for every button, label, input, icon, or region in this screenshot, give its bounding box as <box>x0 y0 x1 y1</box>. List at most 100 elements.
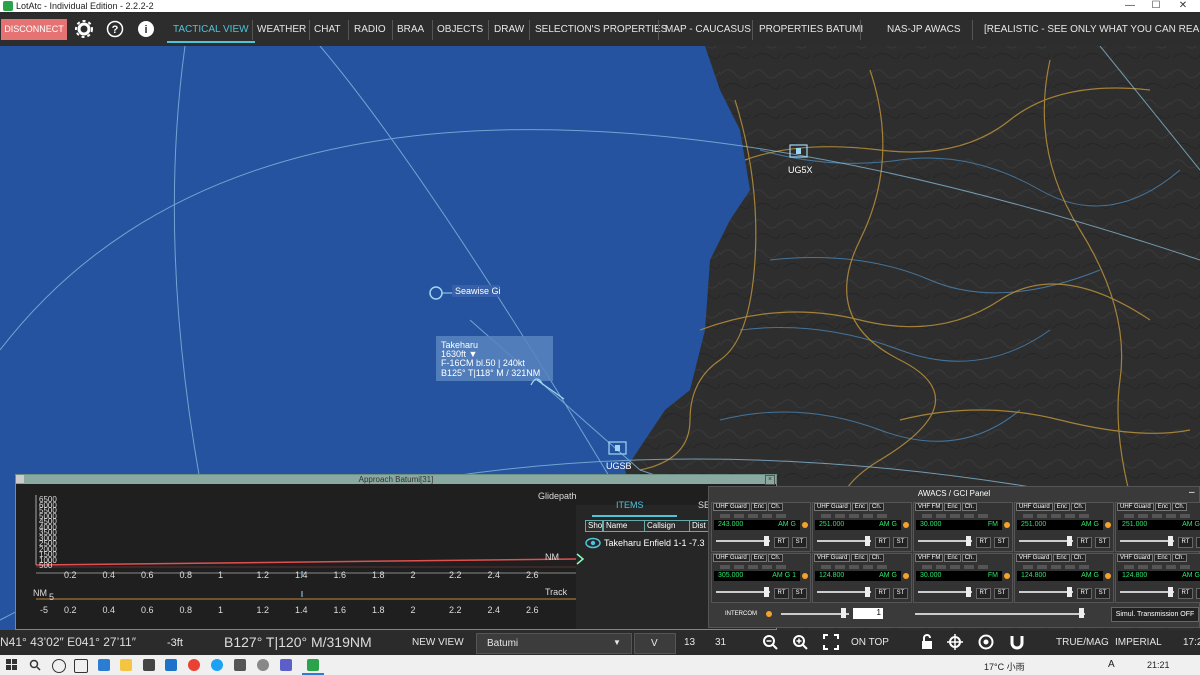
radio-volume-slider[interactable] <box>918 540 972 542</box>
radio-type[interactable]: VHF Guard <box>814 554 851 562</box>
eye-icon[interactable] <box>585 537 601 549</box>
tab-tactical-view[interactable]: TACTICAL VIEW <box>167 24 255 43</box>
zoom-out-icon[interactable] <box>762 634 778 650</box>
col-show[interactable]: Sho <box>585 520 603 532</box>
radio-type[interactable]: UHF Guard <box>713 554 750 562</box>
radio-rt-button[interactable]: RT <box>1077 588 1092 599</box>
lotatc-taskbar-icon[interactable] <box>307 659 319 671</box>
radio-volume-knob[interactable] <box>865 587 870 597</box>
radio-enc[interactable]: Enc <box>750 503 768 511</box>
multitask-icon[interactable] <box>74 659 88 673</box>
radio-type[interactable]: UHF Guard <box>1016 503 1053 511</box>
store-icon[interactable] <box>143 659 155 671</box>
radio-type[interactable]: UHF Guard <box>1117 503 1154 511</box>
radio-enc[interactable]: Enc <box>851 503 869 511</box>
radio-ch[interactable]: Ch. <box>961 503 978 511</box>
tab-braa[interactable]: BRAA <box>397 24 424 35</box>
new-view-button[interactable]: NEW VIEW <box>412 637 464 648</box>
chrome-icon[interactable] <box>188 659 200 671</box>
tab-awacs[interactable]: NAS-JP AWACS <box>887 24 961 35</box>
radio-frequency-display[interactable]: 124.800 AM G <box>1017 571 1103 581</box>
radio-type[interactable]: VHF Guard <box>1117 554 1154 562</box>
app-icon-4[interactable] <box>280 659 292 671</box>
radio-rt-button[interactable]: RT <box>875 537 890 548</box>
radio-frequency-display[interactable]: 243.000 AM G <box>714 520 800 530</box>
radio-volume-knob[interactable] <box>865 536 870 546</box>
radio-ch[interactable]: Ch. <box>768 554 784 562</box>
edge-icon[interactable] <box>98 659 110 671</box>
radio-enc[interactable]: Enc <box>944 554 961 562</box>
crosshair-icon[interactable] <box>947 634 963 650</box>
radio-volume-slider[interactable] <box>1120 591 1174 593</box>
radio-rt-button[interactable]: RT <box>774 588 789 599</box>
simul-slider-knob[interactable] <box>1079 608 1084 618</box>
intercom-channel-input[interactable]: 1 <box>853 608 883 619</box>
radio-type[interactable]: UHF Guard <box>713 503 750 511</box>
radio-enc[interactable]: Enc <box>944 503 961 511</box>
tab-draw[interactable]: DRAW <box>494 24 524 35</box>
v-button[interactable]: V <box>634 633 676 654</box>
close-panel-icon[interactable]: × <box>765 475 775 485</box>
windows-start-icon[interactable] <box>6 659 18 671</box>
col-name[interactable]: Name <box>603 520 645 532</box>
explorer-icon[interactable] <box>120 659 132 671</box>
radio-ch[interactable]: Ch. <box>1070 554 1087 562</box>
tab-items[interactable]: ITEMS <box>616 500 644 510</box>
radio-rt-button[interactable]: RT <box>875 588 890 599</box>
radio-volume-knob[interactable] <box>966 536 971 546</box>
radio-frequency-display[interactable]: 124.800 AM G <box>815 571 901 581</box>
radio-volume-knob[interactable] <box>1168 536 1173 546</box>
minimize-button[interactable]: — <box>1117 0 1143 12</box>
radio-rt-button[interactable]: RT <box>1077 537 1092 548</box>
simul-slider[interactable] <box>915 613 1085 615</box>
tab-chat[interactable]: CHAT <box>314 24 340 35</box>
tab-map-caucasus[interactable]: MAP - CAUCASUS <box>665 24 751 35</box>
radio-frequency-display[interactable]: 124.800 AM G <box>1118 571 1200 581</box>
zoom-in-icon[interactable] <box>792 634 808 650</box>
radio-st-button[interactable]: ST <box>1196 537 1200 548</box>
task-view-icon[interactable] <box>52 659 66 673</box>
tab-weather[interactable]: WEATHER <box>257 24 306 35</box>
mail-icon[interactable] <box>165 659 177 671</box>
radio-rt-button[interactable]: RT <box>976 588 991 599</box>
radio-enc[interactable]: Enc <box>1053 503 1071 511</box>
radio-frequency-display[interactable]: 251.000 AM G <box>1118 520 1200 530</box>
radio-st-button[interactable]: ST <box>893 537 908 548</box>
radio-enc[interactable]: Enc <box>851 554 868 562</box>
radio-ch[interactable]: Ch. <box>768 503 784 511</box>
radio-frequency-display[interactable]: 30.000 FM <box>916 571 1002 581</box>
radio-type[interactable]: VHF FM <box>915 503 944 511</box>
radio-enc[interactable]: Enc <box>1154 554 1171 562</box>
tab-properties-batumi[interactable]: PROPERTIES BATUMI <box>759 24 863 35</box>
radio-type[interactable]: UHF Guard <box>814 503 851 511</box>
radio-volume-slider[interactable] <box>918 591 972 593</box>
radio-rt-button[interactable]: RT <box>976 537 991 548</box>
search-icon[interactable] <box>29 659 41 671</box>
radio-st-button[interactable]: ST <box>893 588 908 599</box>
radio-st-button[interactable]: ST <box>1095 588 1110 599</box>
radio-frequency-display[interactable]: 30.000 FM <box>916 520 1002 530</box>
radio-volume-knob[interactable] <box>1168 587 1173 597</box>
radio-volume-knob[interactable] <box>764 587 769 597</box>
radio-volume-slider[interactable] <box>817 540 871 542</box>
radio-volume-slider[interactable] <box>1120 540 1174 542</box>
radio-st-button[interactable]: ST <box>994 588 1009 599</box>
ime-indicator[interactable]: A <box>1108 659 1115 670</box>
info-icon[interactable]: i <box>137 20 155 38</box>
intercom-slider[interactable] <box>781 613 849 615</box>
radio-volume-knob[interactable] <box>764 536 769 546</box>
imperial-toggle[interactable]: IMPERIAL <box>1115 637 1162 648</box>
radio-st-button[interactable]: ST <box>1095 537 1110 548</box>
radio-frequency-display[interactable]: 305.000 AM G 1 <box>714 571 800 581</box>
radio-ch[interactable]: Ch. <box>1172 503 1188 511</box>
radio-rt-button[interactable]: RT <box>1178 588 1193 599</box>
radio-rt-button[interactable]: RT <box>774 537 789 548</box>
radio-type[interactable]: VHF FM <box>915 554 944 562</box>
collapse-arrow-icon[interactable] <box>575 553 585 565</box>
radio-st-button[interactable]: ST <box>994 537 1009 548</box>
radio-volume-slider[interactable] <box>716 591 770 593</box>
radio-st-button[interactable]: ST <box>792 537 807 548</box>
system-clock[interactable]: 21:21 <box>1147 660 1170 670</box>
weather-widget[interactable]: 17°C 小雨 <box>984 660 1025 673</box>
radio-type[interactable]: VHF Guard <box>1016 554 1053 562</box>
